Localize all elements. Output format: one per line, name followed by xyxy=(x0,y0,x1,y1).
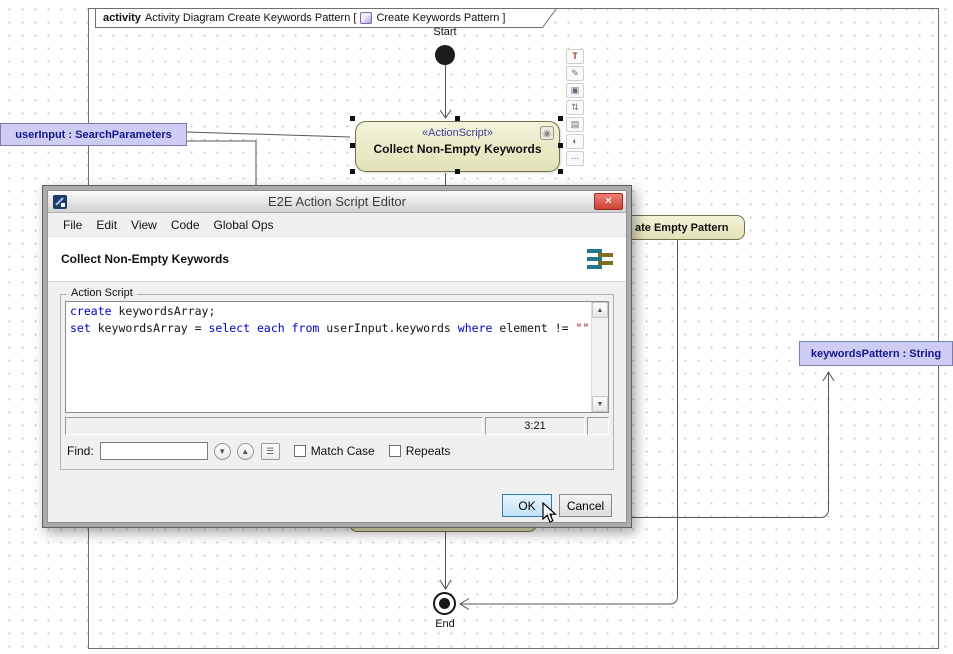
code-content[interactable]: create keywordsArray;set keywordsArray =… xyxy=(66,302,591,412)
find-prev-button[interactable]: ▲ xyxy=(237,443,254,460)
find-options-button[interactable]: ☰ xyxy=(261,443,280,460)
cancel-button[interactable]: Cancel xyxy=(559,494,612,517)
smart-toolbar-icon-1[interactable]: T xyxy=(566,49,584,64)
selection-handle[interactable] xyxy=(350,116,355,121)
object-node-userinput[interactable]: userInput : SearchParameters xyxy=(0,123,187,146)
cursor-position: 3:21 xyxy=(485,417,585,435)
smart-toolbar-icon-2[interactable]: ✎ xyxy=(566,66,584,81)
status-cell-left xyxy=(65,417,483,435)
activity-diagram-icon xyxy=(360,12,372,24)
menu-item-view[interactable]: View xyxy=(124,216,164,234)
editor-scrollbar[interactable]: ▲ ▼ xyxy=(591,302,608,412)
smart-toolbar: T ✎ ▣ ⇅ ▤ ◐ ⋯ xyxy=(566,49,585,166)
code-editor[interactable]: create keywordsArray;set keywordsArray =… xyxy=(65,301,609,413)
menu-item-code[interactable]: Code xyxy=(164,216,207,234)
selection-handle[interactable] xyxy=(455,116,460,121)
status-cell-mini xyxy=(587,417,609,435)
find-bar: Find: ▼ ▲ ☰ Match Case Repeats xyxy=(65,441,609,461)
action-name: Collect Non-Empty Keywords xyxy=(356,142,559,156)
editor-statusbar: 3:21 xyxy=(65,417,609,435)
smart-toolbar-icon-5[interactable]: ▤ xyxy=(566,117,584,132)
menu-item-global-ops[interactable]: Global Ops xyxy=(207,216,281,234)
smart-toolbar-icon-7[interactable]: ⋯ xyxy=(566,151,584,166)
selection-handle[interactable] xyxy=(558,169,563,174)
end-label: End xyxy=(425,618,465,630)
smart-toolbar-icon-6[interactable]: ◐ xyxy=(566,134,584,149)
action-node-collect-keywords[interactable]: ◉ «ActionScript» Collect Non-Empty Keywo… xyxy=(355,121,560,172)
frame-header: activity Activity Diagram Create Keyword… xyxy=(103,10,505,26)
action-script-editor-dialog: E2E Action Script Editor ✕ File Edit Vie… xyxy=(42,185,632,528)
frame-subtitle: Create Keywords Pattern ] xyxy=(376,12,505,24)
smart-toolbar-icon-4[interactable]: ⇅ xyxy=(566,100,584,115)
script-icon: ◉ xyxy=(540,126,554,140)
frame-title: Activity Diagram Create Keywords Pattern… xyxy=(145,12,357,24)
find-next-button[interactable]: ▼ xyxy=(214,443,231,460)
dialog-buttons: OK Cancel xyxy=(502,494,612,517)
object-node-keywordspattern[interactable]: keywordsPattern : String xyxy=(799,341,953,366)
close-button[interactable]: ✕ xyxy=(594,193,623,210)
match-case-checkbox[interactable] xyxy=(294,445,306,457)
menu-item-edit[interactable]: Edit xyxy=(89,216,124,234)
group-label: Action Script xyxy=(67,287,137,299)
selection-handle[interactable] xyxy=(350,143,355,148)
menu-item-file[interactable]: File xyxy=(56,216,89,234)
smart-toolbar-icon-3[interactable]: ▣ xyxy=(566,83,584,98)
find-input[interactable] xyxy=(100,442,208,460)
selection-handle[interactable] xyxy=(455,169,460,174)
dialog-title: E2E Action Script Editor xyxy=(48,194,626,209)
dialog-titlebar[interactable]: E2E Action Script Editor ✕ xyxy=(48,191,626,213)
start-label: Start xyxy=(420,26,470,38)
menubar: File Edit View Code Global Ops xyxy=(48,213,626,236)
scroll-up-button[interactable]: ▲ xyxy=(592,302,608,318)
repeats-label: Repeats xyxy=(406,444,451,458)
match-case-label: Match Case xyxy=(311,444,375,458)
action-script-group: Action Script create keywordsArray;set k… xyxy=(60,294,614,470)
selection-handle[interactable] xyxy=(350,169,355,174)
find-label: Find: xyxy=(67,444,94,458)
edited-action-name: Collect Non-Empty Keywords xyxy=(61,252,229,266)
final-node[interactable] xyxy=(433,592,456,615)
dialog-header: Collect Non-Empty Keywords xyxy=(48,236,626,282)
mouse-cursor xyxy=(542,502,557,524)
scroll-down-button[interactable]: ▼ xyxy=(592,396,608,412)
selection-handle[interactable] xyxy=(558,143,563,148)
selection-handle[interactable] xyxy=(558,116,563,121)
action-stereotype: «ActionScript» xyxy=(356,127,559,139)
initial-node[interactable] xyxy=(435,45,455,65)
frame-keyword: activity xyxy=(103,12,141,24)
final-node-dot xyxy=(439,598,450,609)
e2e-logo xyxy=(587,248,613,271)
repeats-checkbox[interactable] xyxy=(389,445,401,457)
